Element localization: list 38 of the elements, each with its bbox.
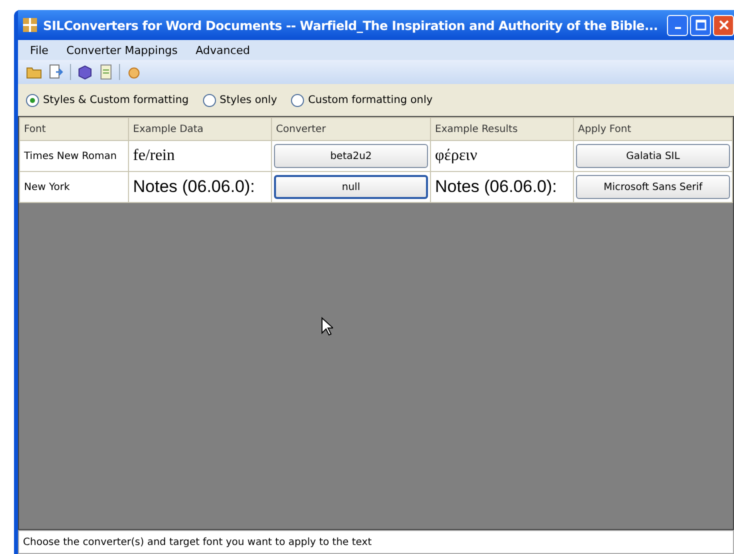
converter-button[interactable]: beta2u2 [274,144,428,168]
apply-font-button[interactable]: Galatia SIL [576,144,730,168]
radio-label[interactable]: Custom formatting only [308,94,433,106]
maximize-icon [694,19,706,31]
maximize-button[interactable] [690,14,711,36]
document-icon[interactable] [99,64,113,80]
column-header[interactable]: Example Data [128,118,272,140]
minimize-icon [674,27,680,29]
column-header[interactable]: Converter [272,118,430,140]
table-cell: φέρειν [430,140,574,172]
table-cell: New York [20,172,128,202]
radio-button[interactable] [291,94,304,106]
menu-item[interactable]: Converter Mappings [66,44,178,56]
cube-icon[interactable] [77,64,93,80]
close-button[interactable] [713,14,734,36]
column-header[interactable]: Font [20,118,128,140]
converter-button[interactable]: null [274,175,428,199]
mouse-pointer-icon [321,317,333,336]
menu-item[interactable]: File [30,44,48,56]
status-bar: Choose the converter(s) and target font you want to apply to the text [18,530,734,554]
radio-button[interactable] [26,94,39,106]
menu-item[interactable]: Advanced [196,44,250,56]
table-cell: Notes (06.06.0): [128,172,272,202]
apply-font-button[interactable]: Microsoft Sans Serif [576,175,730,199]
document-arrow-icon[interactable] [48,64,64,80]
column-header[interactable]: Apply Font [574,118,732,140]
close-icon [718,19,730,31]
app-icon [22,17,38,33]
table-cell: Notes (06.06.0): [430,172,574,202]
folder-icon[interactable] [26,65,42,79]
radio-button[interactable] [202,94,216,106]
table-cell: fe/rein [128,140,272,172]
table-cell: Times New Roman [20,140,128,172]
window-title: SILConverters for Word Documents -- Warfield_The Inspiration and Authority of the Bible... [43,18,659,32]
radio-label[interactable]: Styles & Custom formatting [43,94,189,106]
column-header[interactable]: Example Results [430,118,574,140]
minimize-button[interactable] [667,14,688,36]
radio-label[interactable]: Styles only [220,94,278,106]
